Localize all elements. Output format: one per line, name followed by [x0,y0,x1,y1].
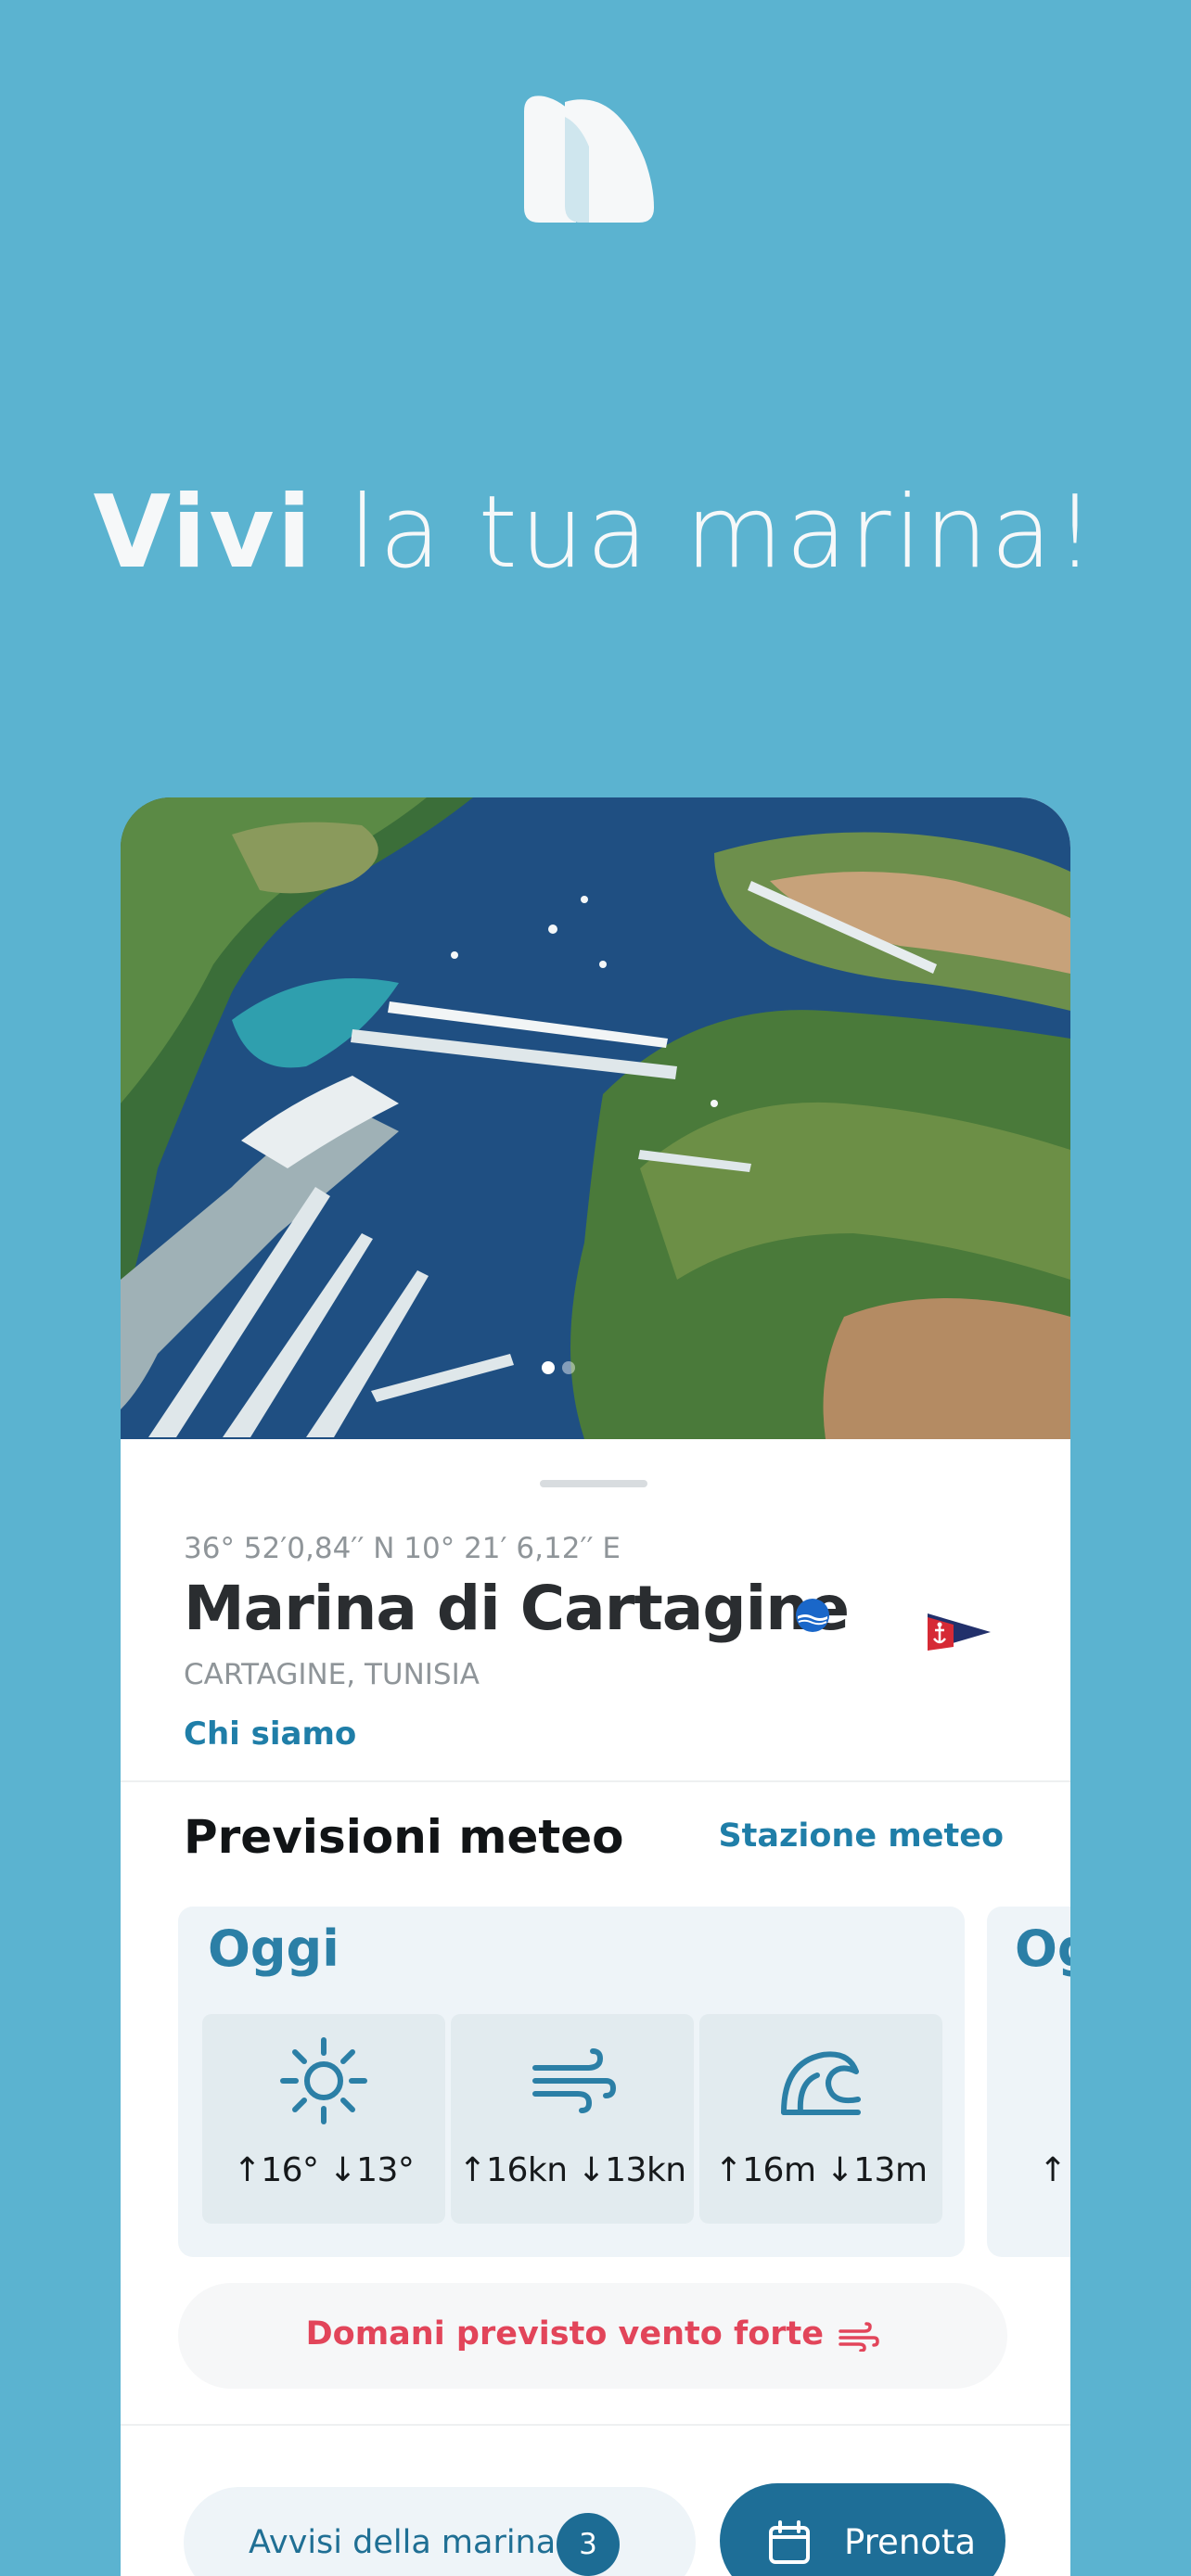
waves-value: ↑16m ↓13m [714,2151,928,2189]
forecast-next-value: ↑ [1039,2151,1068,2189]
section-divider [121,2424,1070,2426]
weather-alert-text: Domani previsto vento forte [305,2315,824,2353]
marina-name: Marina di Cartagine [184,1573,850,1644]
waves-tile: ↑16m ↓13m [699,2014,942,2224]
book-button[interactable]: Prenota [720,2483,1005,2576]
forecast-card-next[interactable]: Oggi ↑ [987,1906,1070,2257]
calendar-icon [769,2520,810,2564]
app-logo [524,96,654,223]
temperature-value: ↑16° ↓13° [233,2151,415,2189]
weather-section-title: Previsioni meteo [184,1810,624,1864]
marina-notices-label: Avvisi della marina [249,2524,557,2561]
forecast-day-label: Oggi [1015,1919,1070,1978]
marina-hero-image[interactable] [121,797,1070,1439]
sun-icon [280,2037,367,2124]
sheet-drag-handle[interactable] [540,1480,647,1487]
marina-notices-button[interactable]: Avvisi della marina 3 [184,2487,696,2576]
weather-alert[interactable]: Domani previsto vento forte [178,2283,1007,2389]
wind-value: ↑16kn ↓13kn [458,2151,686,2189]
carousel-dot[interactable] [562,1361,575,1374]
marina-location: CARTAGINE, TUNISIA [184,1658,480,1691]
carousel-dot-active[interactable] [542,1361,555,1374]
book-button-label: Prenota [844,2522,977,2562]
wind-icon [532,2048,617,2113]
blue-flag-icon [796,1599,829,1632]
notices-count-badge: 3 [557,2513,620,2576]
wind-tile: ↑16kn ↓13kn [451,2014,694,2224]
wind-alert-icon [839,2322,879,2352]
marina-coordinates: 36° 52′0,84′′ N 10° 21′ 6,12′′ E [184,1532,621,1565]
headline: Vivi la tua marina! [93,475,1098,591]
about-us-link[interactable]: Chi siamo [184,1715,356,1753]
weather-station-link[interactable]: Stazione meteo [718,1817,1004,1855]
club-pennant-icon [928,1613,991,1651]
forecast-card-today[interactable]: Oggi ↑16° ↓13° ↑16kn ↓13kn ↑16m ↓13m [178,1906,965,2257]
temperature-tile: ↑16° ↓13° [202,2014,445,2224]
section-divider [121,1780,1070,1782]
marina-screen: 36° 52′0,84′′ N 10° 21′ 6,12′′ E Marina … [121,797,1070,2576]
wave-icon [781,2051,861,2115]
forecast-day-label: Oggi [208,1919,339,1978]
